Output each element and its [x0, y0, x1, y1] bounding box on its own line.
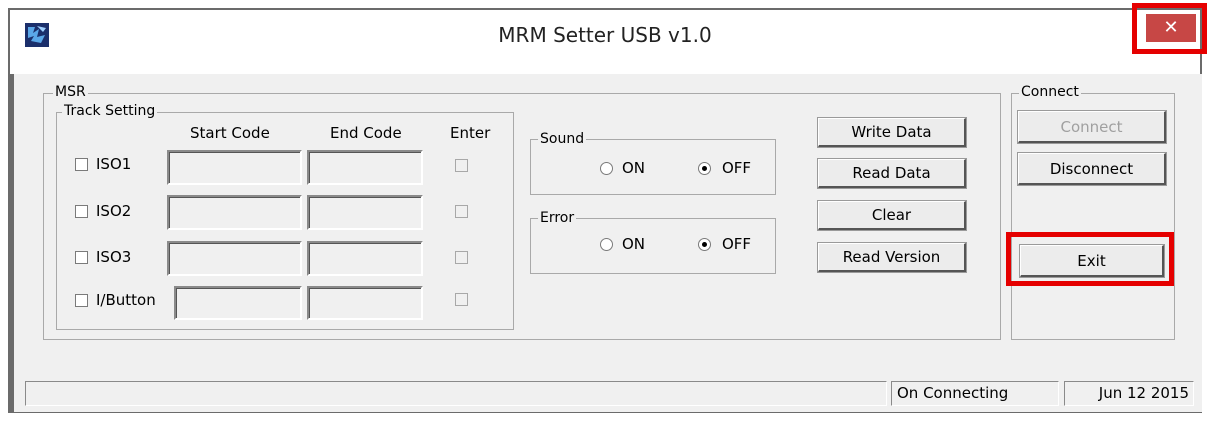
iso1-enter-checkbox[interactable]: [455, 159, 468, 172]
read-data-button[interactable]: Read Data: [818, 159, 966, 188]
start-code-header: Start Code: [190, 124, 270, 142]
error-label: Error: [538, 210, 577, 226]
msr-group-label: MSR: [53, 84, 88, 100]
status-text: On Connecting: [891, 381, 1059, 406]
iso3-label: ISO3: [96, 248, 132, 266]
read-version-button[interactable]: Read Version: [818, 243, 966, 272]
status-date: Jun 12 2015: [1064, 381, 1194, 406]
disconnect-button[interactable]: Disconnect: [1018, 153, 1166, 185]
iso2-label: ISO2: [96, 202, 132, 220]
window-title: MRM Setter USB v1.0: [498, 23, 712, 47]
iso2-end-code-input[interactable]: [307, 195, 423, 230]
iso3-start-code-input[interactable]: [167, 241, 302, 276]
ibutton-label: I/Button: [96, 291, 156, 309]
error-on-radio[interactable]: [600, 238, 613, 251]
error-off-label: OFF: [722, 235, 752, 253]
sound-on-radio[interactable]: [600, 162, 613, 175]
sound-off-radio[interactable]: [698, 162, 711, 175]
iso1-checkbox[interactable]: [75, 158, 88, 171]
ibutton-end-code-input[interactable]: [307, 286, 423, 320]
iso3-end-code-input[interactable]: [307, 241, 423, 276]
connect-button[interactable]: Connect: [1018, 111, 1166, 143]
iso2-checkbox[interactable]: [75, 205, 88, 218]
highlight-box-close: [1132, 3, 1207, 54]
iso2-enter-checkbox[interactable]: [455, 205, 468, 218]
enter-header: Enter: [450, 124, 491, 142]
sound-label: Sound: [538, 131, 587, 147]
ibutton-checkbox[interactable]: [75, 294, 88, 307]
status-panel-main: [25, 381, 887, 406]
iso3-enter-checkbox[interactable]: [455, 251, 468, 264]
connect-group-label: Connect: [1019, 84, 1081, 100]
write-data-button[interactable]: Write Data: [818, 118, 966, 147]
highlight-box-exit: [1006, 232, 1174, 286]
iso2-start-code-input[interactable]: [167, 195, 302, 230]
iso1-start-code-input[interactable]: [167, 150, 302, 185]
track-setting-label: Track Setting: [62, 103, 158, 119]
iso3-checkbox[interactable]: [75, 251, 88, 264]
iso1-end-code-input[interactable]: [307, 150, 423, 185]
sound-on-label: ON: [622, 159, 646, 177]
end-code-header: End Code: [330, 124, 402, 142]
error-off-radio[interactable]: [698, 238, 711, 251]
sound-off-label: OFF: [722, 159, 752, 177]
iso1-label: ISO1: [96, 155, 132, 173]
error-on-label: ON: [622, 235, 646, 253]
ibutton-enter-checkbox[interactable]: [455, 293, 468, 306]
clear-button[interactable]: Clear: [818, 201, 966, 230]
ibutton-start-code-input[interactable]: [174, 286, 302, 320]
